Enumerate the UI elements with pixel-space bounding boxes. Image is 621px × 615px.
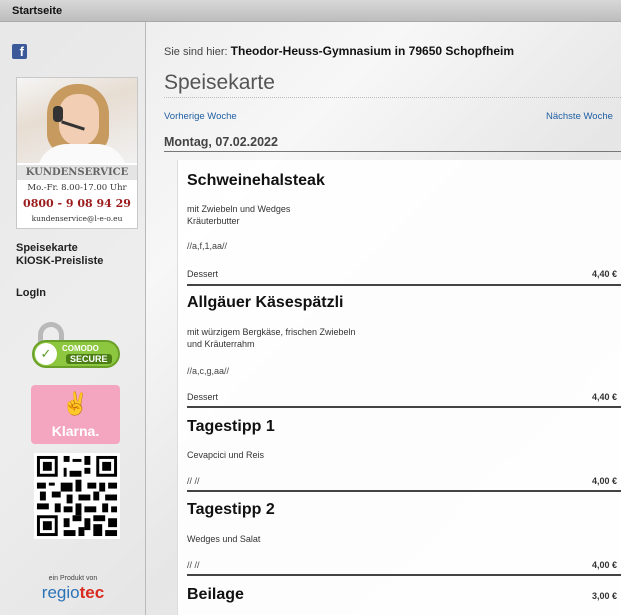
customer-service-phone: 0800 - 9 08 94 29 bbox=[23, 197, 131, 210]
sidebar-item-speisekarte[interactable]: Speisekarte bbox=[16, 242, 78, 254]
dish-divider bbox=[187, 284, 621, 286]
dish-description-line: Cevapcici und Reis bbox=[187, 450, 265, 460]
dish-allergens: // // bbox=[187, 560, 200, 570]
dish-price: 4,00 € bbox=[591, 476, 617, 486]
nav-home-link[interactable]: Startseite bbox=[12, 5, 62, 17]
customer-service-email[interactable]: kundenservice@l-e-o.eu bbox=[17, 214, 137, 223]
breadcrumb-location: Theodor-Heuss-Gymnasium in 79650 Schopfh… bbox=[230, 44, 515, 58]
breadcrumb: Sie sind hier: Theodor-Heuss-Gymnasium i… bbox=[164, 44, 514, 58]
qr-code bbox=[34, 453, 120, 539]
menu-panel bbox=[177, 160, 621, 615]
customer-service-hours: Mo.-Fr. 8.00-17.00 Uhr bbox=[27, 183, 127, 193]
dish-price: 4,40 € bbox=[591, 392, 617, 402]
dish-name: Schweinehalsteak bbox=[187, 172, 325, 189]
dish-description-line: Wedges und Salat bbox=[187, 534, 261, 544]
dish-dessert: Dessert bbox=[187, 392, 219, 402]
dish-name: Tagestipp 1 bbox=[187, 418, 275, 435]
day-divider bbox=[164, 151, 621, 152]
customer-service-box: KUNDENSERVICE Mo.-Fr. 8.00-17.00 Uhr 080… bbox=[16, 77, 138, 229]
regiotec-subline: ein Produkt von bbox=[48, 575, 98, 582]
previous-week-link[interactable]: Vorherige Woche bbox=[164, 111, 237, 122]
peace-hand-icon: ✌ bbox=[61, 391, 90, 416]
sidebar-item-kiosk-preisliste[interactable]: KIOSK-Preisliste bbox=[16, 255, 103, 267]
dish-description-line: Kräuterbutter bbox=[187, 216, 240, 226]
dish-description-line: mit würzigem Bergkäse, frischen Zwiebeln bbox=[187, 327, 356, 337]
page-title: Speisekarte bbox=[164, 71, 275, 94]
regiotec-logo[interactable]: regiotec bbox=[0, 583, 146, 603]
thumbs-up-icon: ✓ bbox=[35, 343, 57, 365]
dish-description-line: und Kräuterrahm bbox=[187, 339, 255, 349]
breadcrumb-prefix: Sie sind hier: bbox=[164, 46, 228, 58]
day-header: Montag, 07.02.2022 bbox=[164, 135, 278, 149]
facebook-icon[interactable]: f bbox=[12, 44, 27, 59]
klarna-badge[interactable]: ✌ Klarna. bbox=[31, 385, 120, 444]
dish-name: Beilage bbox=[187, 586, 244, 603]
dish-name: Allgäuer Käsespätzli bbox=[187, 294, 344, 311]
dish-divider bbox=[187, 574, 621, 576]
dish-allergens: //a,c,g,aa// bbox=[187, 366, 230, 376]
dish-allergens: // // bbox=[187, 476, 200, 486]
dish-divider bbox=[187, 490, 621, 492]
next-week-link[interactable]: Nächste Woche bbox=[546, 111, 613, 122]
dish-allergens: //a,f,1,aa// bbox=[187, 241, 228, 251]
customer-service-title: KUNDENSERVICE bbox=[17, 165, 137, 180]
dish-description-line: mit Zwiebeln und Wedges bbox=[187, 204, 291, 214]
sidebar-item-login[interactable]: LogIn bbox=[16, 287, 46, 299]
top-nav-bar: Startseite bbox=[0, 0, 621, 22]
dish-price: 4,40 € bbox=[591, 269, 617, 279]
sidebar: f KUNDENSERVICE Mo.-Fr. 8.00-17.00 Uhr 0… bbox=[0, 22, 146, 615]
dish-price: 3,00 € bbox=[591, 591, 617, 601]
customer-service-photo bbox=[17, 78, 137, 163]
title-divider bbox=[164, 97, 621, 98]
dish-price: 4,00 € bbox=[591, 560, 617, 570]
dish-divider bbox=[187, 406, 621, 408]
dish-name: Tagestipp 2 bbox=[187, 501, 275, 518]
dish-dessert: Dessert bbox=[187, 269, 219, 279]
comodo-secure-badge: ✓ COMODO SECURE bbox=[32, 322, 122, 372]
